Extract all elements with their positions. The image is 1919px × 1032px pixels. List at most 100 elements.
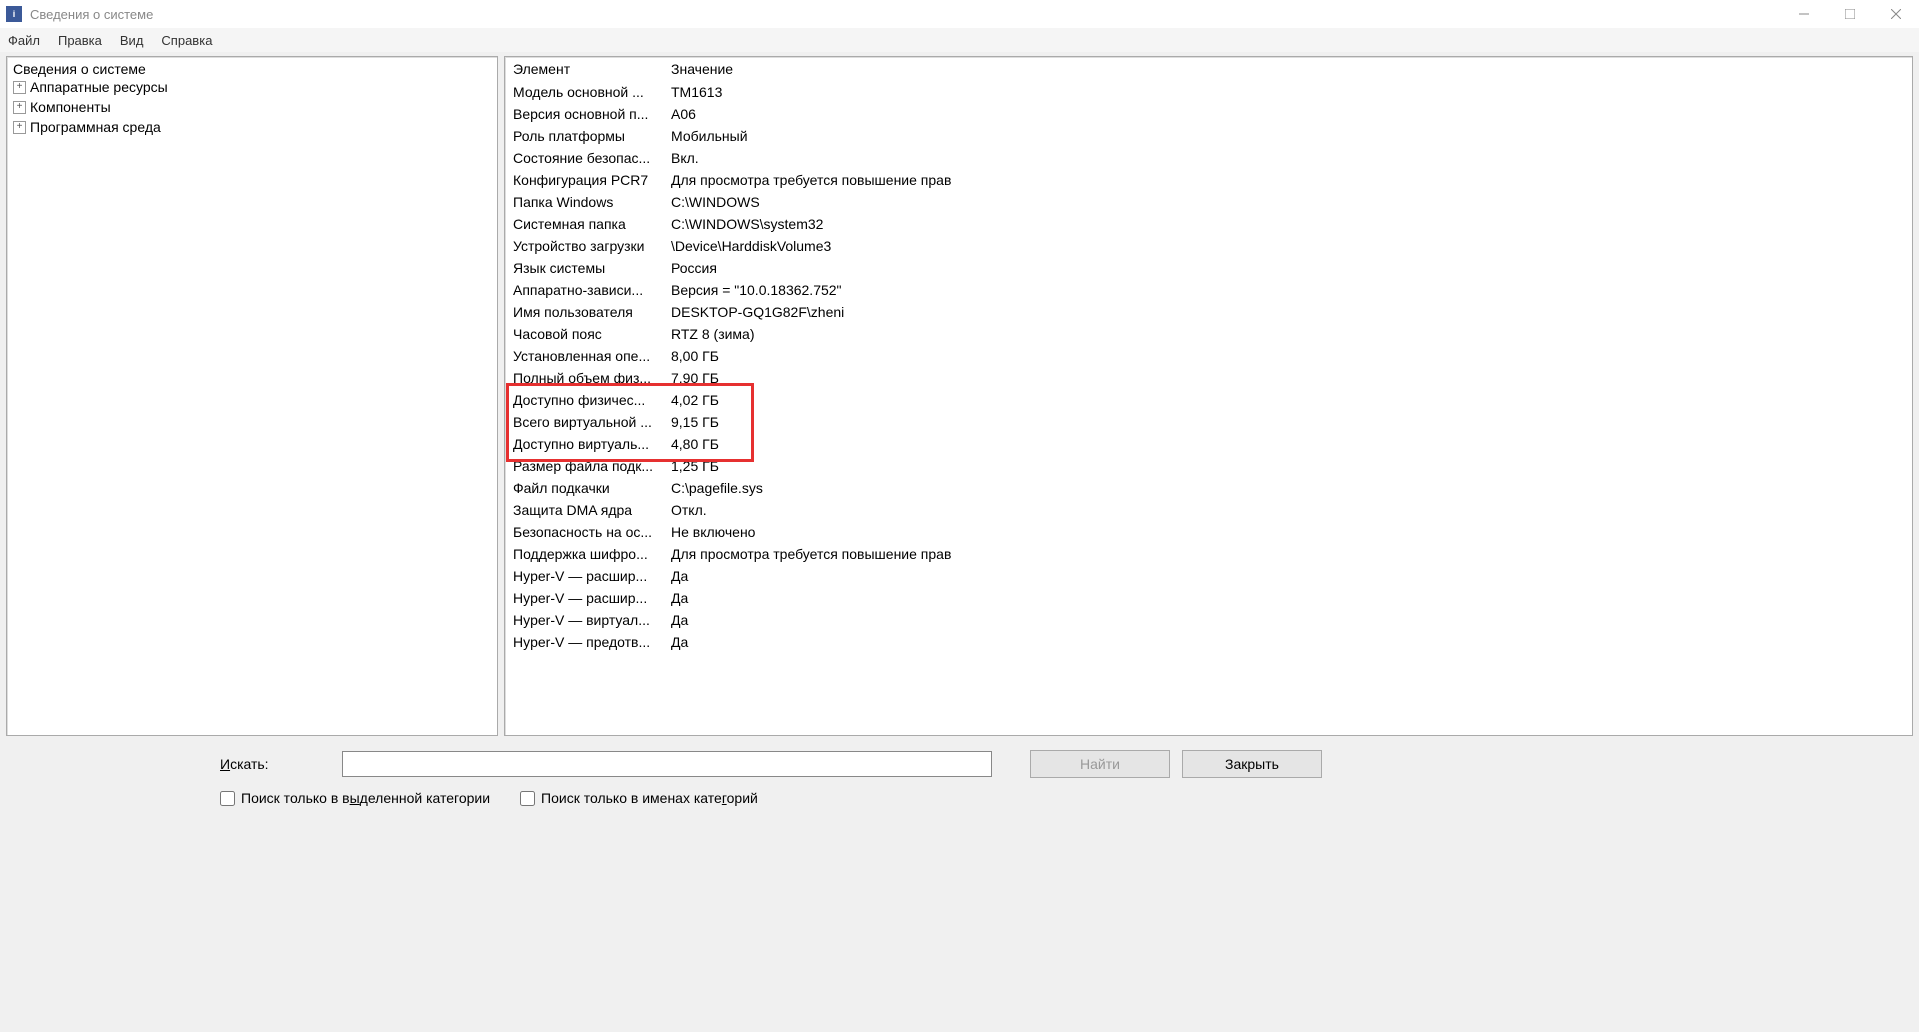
- table-row[interactable]: Поддержка шифро...Для просмотра требуетс…: [505, 543, 1912, 565]
- tree-item-label: Программная среда: [30, 119, 161, 135]
- cell-value: Для просмотра требуется повышение прав: [663, 169, 1043, 191]
- tree-item[interactable]: + Аппаратные ресурсы: [13, 77, 491, 97]
- cell-element: Поддержка шифро...: [505, 543, 663, 565]
- tree-root[interactable]: Сведения о системе: [13, 61, 491, 77]
- cell-value: 7,90 ГБ: [663, 367, 1043, 389]
- menu-view[interactable]: Вид: [120, 33, 144, 48]
- search-input[interactable]: [342, 751, 992, 777]
- expand-icon[interactable]: +: [13, 81, 26, 94]
- cell-value: TM1613: [663, 81, 1043, 103]
- table-row[interactable]: Безопасность на ос...Не включено: [505, 521, 1912, 543]
- cell-element: Системная папка: [505, 213, 663, 235]
- menu-help[interactable]: Справка: [161, 33, 212, 48]
- table-scroll[interactable]: Элемент Значение Модель основной ...TM16…: [505, 57, 1912, 735]
- cell-value: Откл.: [663, 499, 1043, 521]
- cell-value: 4,02 ГБ: [663, 389, 1043, 411]
- expand-icon[interactable]: +: [13, 101, 26, 114]
- cell-value: Россия: [663, 257, 1043, 279]
- menu-edit[interactable]: Правка: [58, 33, 102, 48]
- table-row[interactable]: Hyper-V — предотв...Да: [505, 631, 1912, 653]
- cell-element: Устройство загрузки: [505, 235, 663, 257]
- check-selected-category[interactable]: Поиск только в выделенной категории: [220, 790, 490, 806]
- find-button[interactable]: Найти: [1030, 750, 1170, 778]
- maximize-button[interactable]: [1827, 0, 1873, 28]
- col-spacer: [1043, 57, 1912, 81]
- cell-element: Hyper-V — предотв...: [505, 631, 663, 653]
- table-row[interactable]: Конфигурация PCR7Для просмотра требуется…: [505, 169, 1912, 191]
- close-search-button[interactable]: Закрыть: [1182, 750, 1322, 778]
- cell-element: Модель основной ...: [505, 81, 663, 103]
- table-row[interactable]: Папка WindowsC:\WINDOWS: [505, 191, 1912, 213]
- cell-element: Имя пользователя: [505, 301, 663, 323]
- cell-value: C:\pagefile.sys: [663, 477, 1043, 499]
- cell-value: A06: [663, 103, 1043, 125]
- table-row[interactable]: Файл подкачкиC:\pagefile.sys: [505, 477, 1912, 499]
- cell-element: Установленная опе...: [505, 345, 663, 367]
- titlebar: i Сведения о системе: [0, 0, 1919, 28]
- cell-element: Безопасность на ос...: [505, 521, 663, 543]
- check-selected-category-box[interactable]: [220, 791, 235, 806]
- cell-element: Часовой пояс: [505, 323, 663, 345]
- check-category-names-box[interactable]: [520, 791, 535, 806]
- window-title: Сведения о системе: [30, 7, 1781, 22]
- cell-element: Версия основной п...: [505, 103, 663, 125]
- cell-value: Версия = "10.0.18362.752": [663, 279, 1043, 301]
- tree-item[interactable]: + Компоненты: [13, 97, 491, 117]
- cell-element: Роль платформы: [505, 125, 663, 147]
- table-row[interactable]: Доступно виртуаль...4,80 ГБ: [505, 433, 1912, 455]
- cell-value: RTZ 8 (зима): [663, 323, 1043, 345]
- table-row[interactable]: Состояние безопас...Вкл.: [505, 147, 1912, 169]
- table-row[interactable]: Аппаратно-зависи...Версия = "10.0.18362.…: [505, 279, 1912, 301]
- cell-value: Да: [663, 587, 1043, 609]
- check-selected-category-label: Поиск только в выделенной категории: [241, 790, 490, 806]
- cell-element: Аппаратно-зависи...: [505, 279, 663, 301]
- content-area: Сведения о системе + Аппаратные ресурсы + К…: [0, 52, 1919, 740]
- cell-element: Hyper-V — расшир...: [505, 565, 663, 587]
- cell-value: Вкл.: [663, 147, 1043, 169]
- tree-item-label: Компоненты: [30, 99, 111, 115]
- cell-element: Конфигурация PCR7: [505, 169, 663, 191]
- tree-panel: Сведения о системе + Аппаратные ресурсы + К…: [6, 56, 498, 736]
- table-row[interactable]: Установленная опе...8,00 ГБ: [505, 345, 1912, 367]
- table-row[interactable]: Всего виртуальной ...9,15 ГБ: [505, 411, 1912, 433]
- table-row[interactable]: Роль платформыМобильный: [505, 125, 1912, 147]
- cell-value: 4,80 ГБ: [663, 433, 1043, 455]
- cell-element: Hyper-V — виртуал...: [505, 609, 663, 631]
- close-button[interactable]: [1873, 0, 1919, 28]
- table-row[interactable]: Размер файла подк...1,25 ГБ: [505, 455, 1912, 477]
- table-row[interactable]: Язык системыРоссия: [505, 257, 1912, 279]
- cell-value: 8,00 ГБ: [663, 345, 1043, 367]
- table-row[interactable]: Защита DMA ядраОткл.: [505, 499, 1912, 521]
- expand-icon[interactable]: +: [13, 121, 26, 134]
- minimize-button[interactable]: [1781, 0, 1827, 28]
- table-row[interactable]: Устройство загрузки\Device\HarddiskVolum…: [505, 235, 1912, 257]
- search-label: Искать:: [220, 756, 330, 772]
- cell-element: Файл подкачки: [505, 477, 663, 499]
- table-row[interactable]: Системная папкаC:\WINDOWS\system32: [505, 213, 1912, 235]
- table-row[interactable]: Часовой поясRTZ 8 (зима): [505, 323, 1912, 345]
- window-controls: [1781, 0, 1919, 28]
- table-row[interactable]: Доступно физичес...4,02 ГБ: [505, 389, 1912, 411]
- cell-value: Мобильный: [663, 125, 1043, 147]
- table-row[interactable]: Версия основной п...A06: [505, 103, 1912, 125]
- table-row[interactable]: Имя пользователяDESKTOP-GQ1G82F\zheni: [505, 301, 1912, 323]
- cell-value: Для просмотра требуется повышение прав: [663, 543, 1043, 565]
- cell-element: Язык системы: [505, 257, 663, 279]
- table-row[interactable]: Полный объем физ...7,90 ГБ: [505, 367, 1912, 389]
- tree-item-label: Аппаратные ресурсы: [30, 79, 168, 95]
- table-row[interactable]: Hyper-V — расшир...Да: [505, 587, 1912, 609]
- cell-element: Полный объем физ...: [505, 367, 663, 389]
- tree-item[interactable]: + Программная среда: [13, 117, 491, 137]
- cell-element: Доступно физичес...: [505, 389, 663, 411]
- col-value[interactable]: Значение: [663, 57, 1043, 81]
- app-icon: i: [6, 6, 22, 22]
- cell-value: Да: [663, 609, 1043, 631]
- table-row[interactable]: Модель основной ...TM1613: [505, 81, 1912, 103]
- cell-element: Состояние безопас...: [505, 147, 663, 169]
- check-category-names[interactable]: Поиск только в именах категорий: [520, 790, 758, 806]
- table-row[interactable]: Hyper-V — расшир...Да: [505, 565, 1912, 587]
- cell-value: 9,15 ГБ: [663, 411, 1043, 433]
- menu-file[interactable]: Файл: [8, 33, 40, 48]
- col-element[interactable]: Элемент: [505, 57, 663, 81]
- table-row[interactable]: Hyper-V — виртуал...Да: [505, 609, 1912, 631]
